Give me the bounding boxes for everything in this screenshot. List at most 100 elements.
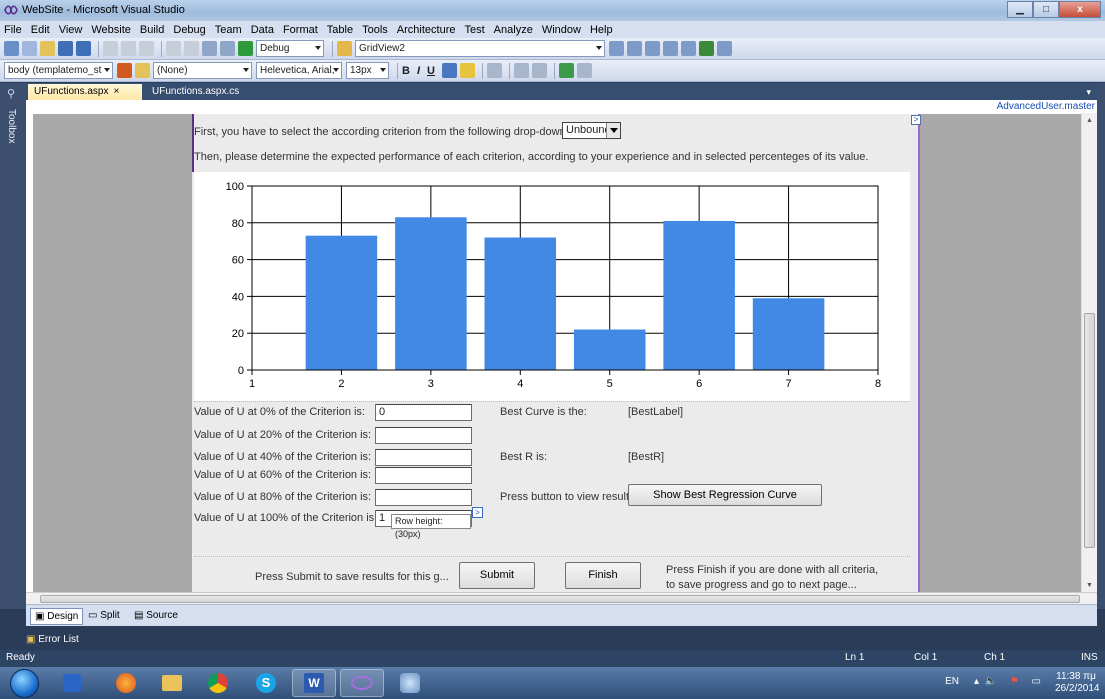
highlight-icon[interactable] [459, 63, 475, 78]
menu-view[interactable]: View [59, 24, 83, 36]
scroll-thumb[interactable] [1084, 313, 1095, 548]
add-item-icon[interactable] [22, 41, 37, 56]
cut-icon[interactable] [103, 41, 118, 56]
paint-app[interactable] [388, 669, 432, 697]
toolbox-toggle-icon[interactable] [663, 41, 678, 56]
design-view-tab[interactable]: ▣ Design [30, 608, 84, 625]
menu-architecture[interactable]: Architecture [397, 24, 456, 36]
menu-debug[interactable]: Debug [173, 24, 205, 36]
smart-tag-icon[interactable]: > [472, 507, 483, 518]
menu-file[interactable]: File [4, 24, 22, 36]
extension-manager-icon[interactable] [699, 41, 714, 56]
close-button[interactable]: x [1059, 1, 1101, 18]
apply-style-icon[interactable] [135, 63, 150, 78]
navigate-forward-icon[interactable] [220, 41, 235, 56]
menu-data[interactable]: Data [251, 24, 274, 36]
bold-button[interactable]: B [402, 65, 410, 77]
italic-button[interactable]: I [417, 65, 420, 77]
u60-input[interactable] [375, 467, 472, 484]
menu-build[interactable]: Build [140, 24, 164, 36]
clock[interactable]: 11:38 πμ 26/2/2014 [1055, 671, 1100, 695]
firefox-app[interactable] [104, 669, 148, 697]
block-format-select[interactable]: (None) [153, 62, 252, 79]
solution-explorer-icon[interactable] [609, 41, 624, 56]
media-player-app[interactable] [50, 669, 94, 697]
start-page-icon[interactable] [681, 41, 696, 56]
font-color-icon[interactable] [441, 63, 457, 78]
menu-edit[interactable]: Edit [31, 24, 50, 36]
language-indicator[interactable]: EN [945, 676, 959, 687]
finish-button[interactable]: Finish [565, 562, 641, 589]
show-hidden-icons[interactable]: ▴ [974, 676, 979, 687]
volume-icon[interactable]: 🔈 [985, 676, 997, 687]
justify-icon[interactable] [486, 63, 502, 78]
target-rule-icon[interactable] [117, 63, 132, 78]
command-window-icon[interactable] [717, 41, 732, 56]
source-view-tab[interactable]: ▤ Source [130, 608, 182, 625]
target-element-select[interactable]: body (templatemo_st [4, 62, 113, 79]
properties-icon[interactable] [627, 41, 642, 56]
paste-icon[interactable] [139, 41, 154, 56]
solution-configuration-select[interactable]: Debug [256, 40, 324, 57]
show-best-regression-curve-button[interactable]: Show Best Regression Curve [628, 484, 822, 506]
u20-input[interactable] [375, 427, 472, 444]
chevron-down-icon[interactable] [606, 123, 620, 138]
u40-input[interactable] [375, 449, 472, 466]
menu-table[interactable]: Table [327, 24, 353, 36]
pin-icon[interactable]: ⚲ [7, 87, 15, 100]
menu-team[interactable]: Team [215, 24, 242, 36]
error-list-tab[interactable]: ▣ Error List [26, 634, 79, 645]
document-list-dropdown-icon[interactable]: ▾ [1086, 87, 1091, 98]
object-browser-icon[interactable] [645, 41, 660, 56]
redo-icon[interactable] [184, 41, 199, 56]
bulleted-list-icon[interactable] [531, 63, 547, 78]
start-debugging-icon[interactable] [238, 41, 253, 56]
horizontal-scrollbar[interactable] [26, 592, 1097, 604]
copy-icon[interactable] [121, 41, 136, 56]
navigate-backward-icon[interactable] [202, 41, 217, 56]
find-in-files-icon[interactable] [337, 41, 352, 56]
submit-button[interactable]: Submit [459, 562, 535, 589]
split-view-tab[interactable]: ▭ Split [84, 608, 124, 625]
network-icon[interactable]: ▭ [1032, 676, 1041, 687]
scroll-down-icon[interactable]: ▼ [1086, 582, 1093, 589]
maximize-button[interactable]: □ [1033, 1, 1059, 18]
font-size-select[interactable]: 13px [346, 62, 389, 79]
scroll-up-icon[interactable]: ▲ [1086, 117, 1093, 124]
display-view-icon[interactable] [576, 63, 592, 78]
tab-ufunctions-aspx-cs[interactable]: UFunctions.aspx.cs [146, 84, 245, 100]
toolbox-tab[interactable]: Toolbox [6, 109, 17, 143]
menu-help[interactable]: Help [590, 24, 613, 36]
numbered-list-icon[interactable] [513, 63, 529, 78]
save-icon[interactable] [58, 41, 73, 56]
start-button[interactable] [10, 669, 39, 698]
tab-ufunctions-aspx[interactable]: UFunctions.aspx × [28, 84, 142, 100]
visual-studio-app[interactable] [340, 669, 384, 697]
u80-input[interactable] [375, 489, 472, 506]
menu-website[interactable]: Website [91, 24, 131, 36]
smart-tag-icon[interactable]: > [911, 115, 921, 125]
save-all-icon[interactable] [76, 41, 91, 56]
chrome-app[interactable] [196, 669, 240, 697]
action-center-icon[interactable]: ⚑ [1010, 676, 1019, 687]
undo-icon[interactable] [166, 41, 181, 56]
vertical-scrollbar[interactable]: ▲ ▼ [1081, 113, 1097, 593]
close-tab-icon[interactable]: × [113, 86, 119, 97]
new-project-icon[interactable] [4, 41, 19, 56]
font-name-select[interactable]: Helevetica, Arial, [256, 62, 342, 79]
u0-input[interactable]: 0 [375, 404, 472, 421]
criterion-dropdown[interactable]: Unbound [562, 122, 621, 139]
underline-button[interactable]: U [427, 65, 435, 77]
word-app[interactable]: W [292, 669, 336, 697]
menu-window[interactable]: Window [542, 24, 581, 36]
menu-analyze[interactable]: Analyze [494, 24, 533, 36]
open-file-icon[interactable] [40, 41, 55, 56]
minimize-button[interactable]: ▁ [1007, 1, 1033, 18]
skype-app[interactable]: S [244, 669, 288, 697]
menu-test[interactable]: Test [464, 24, 484, 36]
menu-format[interactable]: Format [283, 24, 318, 36]
hyperlink-icon[interactable] [558, 63, 574, 78]
horizontal-scroll-thumb[interactable] [40, 595, 1080, 603]
explorer-app[interactable] [150, 669, 194, 697]
menu-tools[interactable]: Tools [362, 24, 388, 36]
